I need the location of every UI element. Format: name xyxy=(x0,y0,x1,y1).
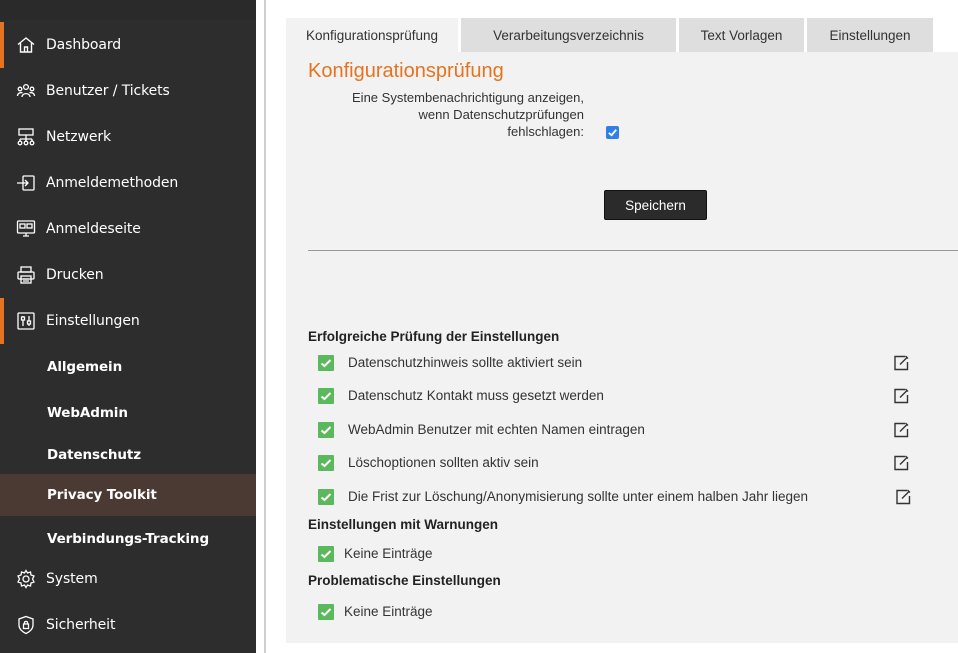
sidebar-item-security[interactable]: Sicherheit xyxy=(0,602,256,648)
tab-label: Einstellungen xyxy=(829,27,911,43)
section-heading-problematic: Problematische Einstellungen xyxy=(308,573,501,588)
tab-label: Konfigurationsprüfung xyxy=(305,27,439,43)
check-row: Die Frist zur Löschung/Anonymisierung so… xyxy=(318,486,918,508)
tab-label: Text Vorlagen xyxy=(700,27,783,43)
check-row-text: Datenschutzhinweis sollte aktiviert sein xyxy=(348,355,583,370)
sidebar-subitem-label: Allgemein xyxy=(47,359,123,375)
check-row-text: Datenschutz Kontakt muss gesetzt werden xyxy=(348,388,604,403)
active-accent-bar xyxy=(0,22,4,68)
check-icon xyxy=(318,355,334,371)
sidebar-subitem-label: Verbindungs-Tracking xyxy=(47,531,210,547)
sidebar-subitem-webadmin[interactable]: WebAdmin xyxy=(0,390,256,436)
edit-icon[interactable] xyxy=(892,454,910,472)
sidebar-scrollbar[interactable] xyxy=(264,0,266,653)
tab-settings[interactable]: Einstellungen xyxy=(807,18,933,52)
check-row: Löschoptionen sollten aktiv sein xyxy=(318,452,918,474)
network-icon xyxy=(16,127,36,147)
check-icon xyxy=(318,489,334,505)
sidebar-item-system[interactable]: System xyxy=(0,556,256,602)
shield-icon xyxy=(16,615,36,635)
sidebar-item-users-tickets[interactable]: Benutzer / Tickets xyxy=(0,68,256,114)
sidebar-item-label: Anmeldemethoden xyxy=(46,175,179,191)
login-page-icon xyxy=(16,219,36,239)
check-icon xyxy=(318,546,334,562)
gear-icon xyxy=(16,569,36,589)
sidebar-item-label: Anmeldeseite xyxy=(46,221,141,237)
sidebar-item-network[interactable]: Netzwerk xyxy=(0,114,256,160)
check-row: Datenschutzhinweis sollte aktiviert sein xyxy=(318,352,918,374)
tab-configuration-check[interactable]: Konfigurationsprüfung xyxy=(286,18,458,52)
checkmark-icon xyxy=(608,129,617,137)
main-panel: Konfigurationsprüfung Eine Systembenachr… xyxy=(286,52,958,643)
sidebar-item-print[interactable]: Drucken xyxy=(0,252,256,298)
sidebar-subitem-label: Datenschutz xyxy=(47,447,142,463)
check-row: Keine Einträge xyxy=(318,543,918,565)
check-icon xyxy=(318,455,334,471)
check-row: Keine Einträge xyxy=(318,601,918,623)
tab-label: Verarbeitungsverzeichnis xyxy=(493,27,644,43)
sidebar-item-label: System xyxy=(46,571,98,587)
sidebar-item-label: Sicherheit xyxy=(46,617,116,633)
sidebar-item-label: Drucken xyxy=(46,267,104,283)
sidebar-item-label: Benutzer / Tickets xyxy=(46,83,170,99)
login-methods-icon xyxy=(16,173,36,193)
sidebar-item-label: Dashboard xyxy=(46,37,122,53)
sidebar-item-label: Netzwerk xyxy=(46,129,112,145)
sidebar-subitem-label: WebAdmin xyxy=(47,405,128,421)
section-heading-successful: Erfolgreiche Prüfung der Einstellungen xyxy=(308,329,560,344)
sidebar-item-dashboard[interactable]: Dashboard xyxy=(0,22,256,68)
home-icon xyxy=(16,35,36,55)
sidebar-item-settings[interactable]: Einstellungen xyxy=(0,298,256,344)
edit-icon[interactable] xyxy=(894,488,912,506)
sidebar: Dashboard Benutzer / Tickets Netzwerk An… xyxy=(0,0,256,653)
sidebar-subitem-general[interactable]: Allgemein xyxy=(0,344,256,390)
check-row: Datenschutz Kontakt muss gesetzt werden xyxy=(318,385,918,407)
divider xyxy=(308,250,958,251)
section-heading-warnings: Einstellungen mit Warnungen xyxy=(308,517,499,532)
sidebar-top-strip xyxy=(0,0,256,20)
check-row: WebAdmin Benutzer mit echten Namen eintr… xyxy=(318,419,918,441)
sidebar-subitem-privacy-toolkit[interactable]: Privacy Toolkit xyxy=(0,474,256,516)
sidebar-item-login-page[interactable]: Anmeldeseite xyxy=(0,206,256,252)
check-row-text: Keine Einträge xyxy=(344,604,433,619)
sidebar-subitem-privacy[interactable]: Datenschutz xyxy=(0,432,256,478)
check-icon xyxy=(318,422,334,438)
edit-icon[interactable] xyxy=(892,354,910,372)
check-row-text: Keine Einträge xyxy=(344,546,433,561)
tab-processing-register[interactable]: Verarbeitungsverzeichnis xyxy=(461,18,676,52)
sidebar-item-label: Einstellungen xyxy=(46,313,140,329)
check-icon xyxy=(318,388,334,404)
users-icon xyxy=(16,81,36,101)
notification-checkbox[interactable] xyxy=(606,126,619,139)
check-row-text: WebAdmin Benutzer mit echten Namen eintr… xyxy=(348,422,645,437)
tab-text-templates[interactable]: Text Vorlagen xyxy=(679,18,804,52)
save-button[interactable]: Speichern xyxy=(604,190,707,220)
check-row-text: Die Frist zur Löschung/Anonymisierung so… xyxy=(348,489,808,504)
printer-icon xyxy=(16,265,36,285)
edit-icon[interactable] xyxy=(892,387,910,405)
settings-sliders-icon xyxy=(16,311,36,331)
check-icon xyxy=(318,604,334,620)
sidebar-subitem-label: Privacy Toolkit xyxy=(47,487,157,503)
edit-icon[interactable] xyxy=(892,421,910,439)
notification-option-label: Eine Systembenachrichtigung anzeigen, we… xyxy=(352,90,584,139)
sidebar-item-login-methods[interactable]: Anmeldemethoden xyxy=(0,160,256,206)
page-title: Konfigurationsprüfung xyxy=(308,60,504,82)
check-row-text: Löschoptionen sollten aktiv sein xyxy=(348,455,539,470)
